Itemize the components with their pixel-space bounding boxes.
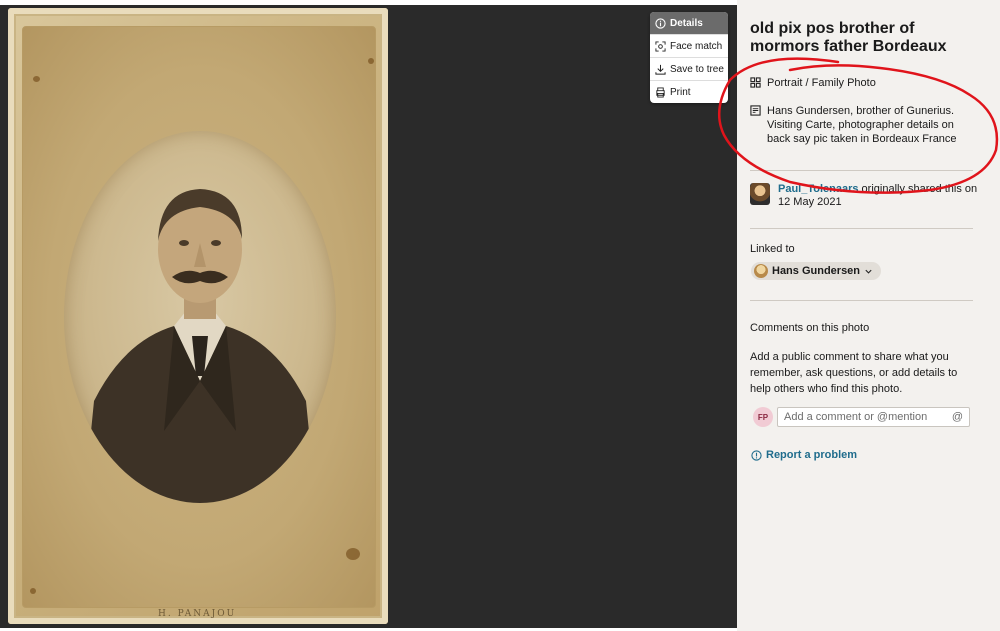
description-row: Hans Gundersen, brother of Gunerius. Vis… xyxy=(750,104,975,146)
photo-category: Portrait / Family Photo xyxy=(767,77,876,89)
chevron-down-icon xyxy=(865,269,872,274)
shared-by-row: Paul_Tolenaars originally shared this on… xyxy=(750,183,982,209)
photo-stain xyxy=(346,548,360,560)
details-button[interactable]: Details xyxy=(650,12,728,34)
details-label: Details xyxy=(670,17,703,29)
alert-circle-icon xyxy=(751,449,762,461)
report-problem-label: Report a problem xyxy=(766,449,858,461)
print-button[interactable]: Print xyxy=(650,80,728,103)
comments-heading: Comments on this photo xyxy=(750,322,870,334)
details-sidebar: old pix pos brother of mormors father Bo… xyxy=(737,0,1000,631)
print-label: Print xyxy=(670,86,691,98)
face-match-label: Face match xyxy=(670,40,723,52)
divider xyxy=(750,300,973,301)
linked-person-chip[interactable]: Hans Gundersen xyxy=(751,262,882,280)
person-avatar xyxy=(754,264,768,278)
photo-image[interactable]: H. PANAJOU xyxy=(8,8,388,624)
photo-title: old pix pos brother of mormors father Bo… xyxy=(750,20,947,55)
description-icon xyxy=(750,105,761,116)
mention-button[interactable]: @ xyxy=(952,411,963,423)
divider xyxy=(750,228,973,229)
face-match-button[interactable]: Face match xyxy=(650,34,728,57)
comment-placeholder: Add a comment or @mention xyxy=(784,411,928,423)
photo-stain xyxy=(368,58,374,64)
photo-toolbar: Details Face match Save to tree Print xyxy=(650,12,728,103)
shared-by-text: Paul_Tolenaars originally shared this on… xyxy=(778,183,982,209)
photo-viewer: H. PANAJOU Details Face match Save to tr… xyxy=(0,0,737,631)
save-to-tree-label: Save to tree xyxy=(670,63,724,75)
photographer-caption: H. PANAJOU xyxy=(158,609,237,619)
comment-input[interactable]: Add a comment or @mention @ xyxy=(777,407,970,427)
info-icon xyxy=(655,17,666,29)
face-match-icon xyxy=(655,40,666,52)
save-to-tree-button[interactable]: Save to tree xyxy=(650,57,728,80)
photo-stain xyxy=(30,588,36,594)
sharer-name-link[interactable]: Paul_Tolenaars xyxy=(778,183,859,195)
linked-person-name: Hans Gundersen xyxy=(772,265,861,277)
linked-to-label: Linked to xyxy=(750,243,795,255)
category-row: Portrait / Family Photo xyxy=(750,76,975,90)
comment-composer: FP Add a comment or @mention @ xyxy=(753,407,970,427)
comments-help-text: Add a public comment to share what you r… xyxy=(750,351,958,395)
portrait-figure xyxy=(84,189,316,503)
photo-stain xyxy=(33,76,40,82)
divider xyxy=(750,170,973,171)
report-problem-link[interactable]: Report a problem xyxy=(751,449,857,461)
print-icon xyxy=(656,86,665,98)
download-icon xyxy=(655,64,666,75)
sharer-avatar[interactable] xyxy=(750,183,770,205)
category-icon xyxy=(750,77,761,88)
photo-description: Hans Gundersen, brother of Gunerius. Vis… xyxy=(767,105,957,145)
user-avatar: FP xyxy=(753,407,773,427)
portrait-oval xyxy=(64,131,336,503)
